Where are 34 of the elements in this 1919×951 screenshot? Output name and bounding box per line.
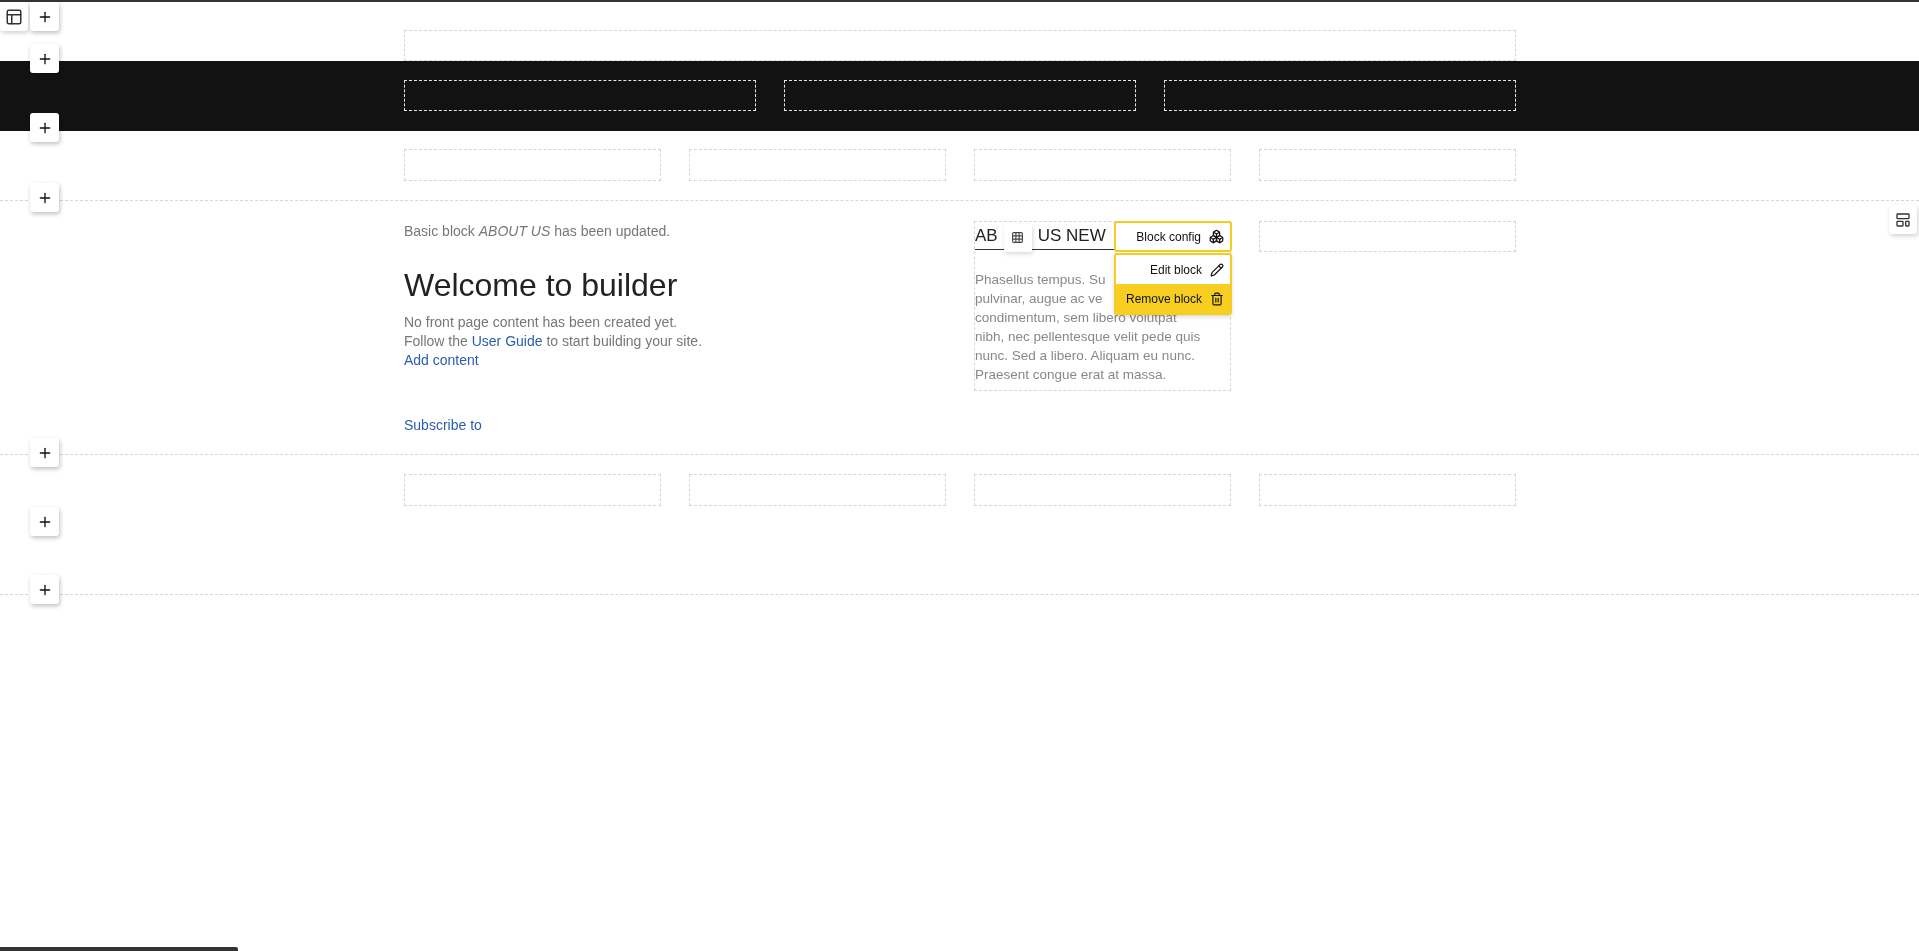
add-section-button[interactable] bbox=[30, 113, 59, 142]
block-text: nibh, nec pellentesque velit pede quis bbox=[975, 328, 1201, 346]
layout-icon bbox=[1895, 211, 1911, 228]
pencil-icon bbox=[1210, 262, 1224, 277]
block-text: Phasellus tempus. Su bbox=[975, 271, 1106, 289]
add-section-button[interactable] bbox=[30, 44, 59, 73]
block-heading: AB bbox=[975, 225, 998, 246]
block-text: Praesent congue erat at massa. bbox=[975, 366, 1167, 384]
region-settings-button[interactable] bbox=[1889, 205, 1917, 234]
intro-text: No front page content has been created yet. bbox=[404, 313, 679, 332]
menu-item[interactable]: Edit block bbox=[1116, 255, 1230, 284]
add-section-button[interactable] bbox=[30, 438, 59, 467]
trash-icon bbox=[1210, 291, 1224, 306]
block-handle-button[interactable] bbox=[1003, 223, 1032, 252]
block-text: nunc. Sed a libero. Aliquam eu nunc. bbox=[975, 347, 1195, 365]
add-section-button[interactable] bbox=[30, 183, 59, 212]
grid-icon bbox=[1011, 231, 1025, 244]
status-message: Basic block ABOUT US has been updated. bbox=[404, 222, 672, 240]
block-text: pulvinar, augue ac ve bbox=[975, 290, 1103, 308]
scrollbar-thumb[interactable] bbox=[0, 947, 238, 951]
menu-item[interactable]: Remove block bbox=[1116, 284, 1230, 313]
add-section-button[interactable] bbox=[30, 507, 59, 536]
welcome-title: Welcome to builder bbox=[404, 266, 679, 305]
boxes-icon bbox=[1209, 229, 1224, 244]
user-guide-link[interactable]: User Guide bbox=[471, 333, 543, 349]
layout-icon bbox=[5, 7, 23, 26]
layout-button[interactable] bbox=[0, 2, 28, 31]
add-content-link[interactable]: Add content bbox=[404, 351, 479, 370]
block-config-button[interactable]: Block config bbox=[1114, 221, 1232, 252]
subscribe-link[interactable]: Subscribe to bbox=[404, 416, 482, 435]
guide-text: Follow the User Guide to start building your site. bbox=[404, 332, 704, 351]
add-section-button[interactable] bbox=[30, 575, 59, 604]
add-section-button[interactable] bbox=[30, 2, 59, 31]
block-heading: US NEW bbox=[1037, 225, 1106, 246]
